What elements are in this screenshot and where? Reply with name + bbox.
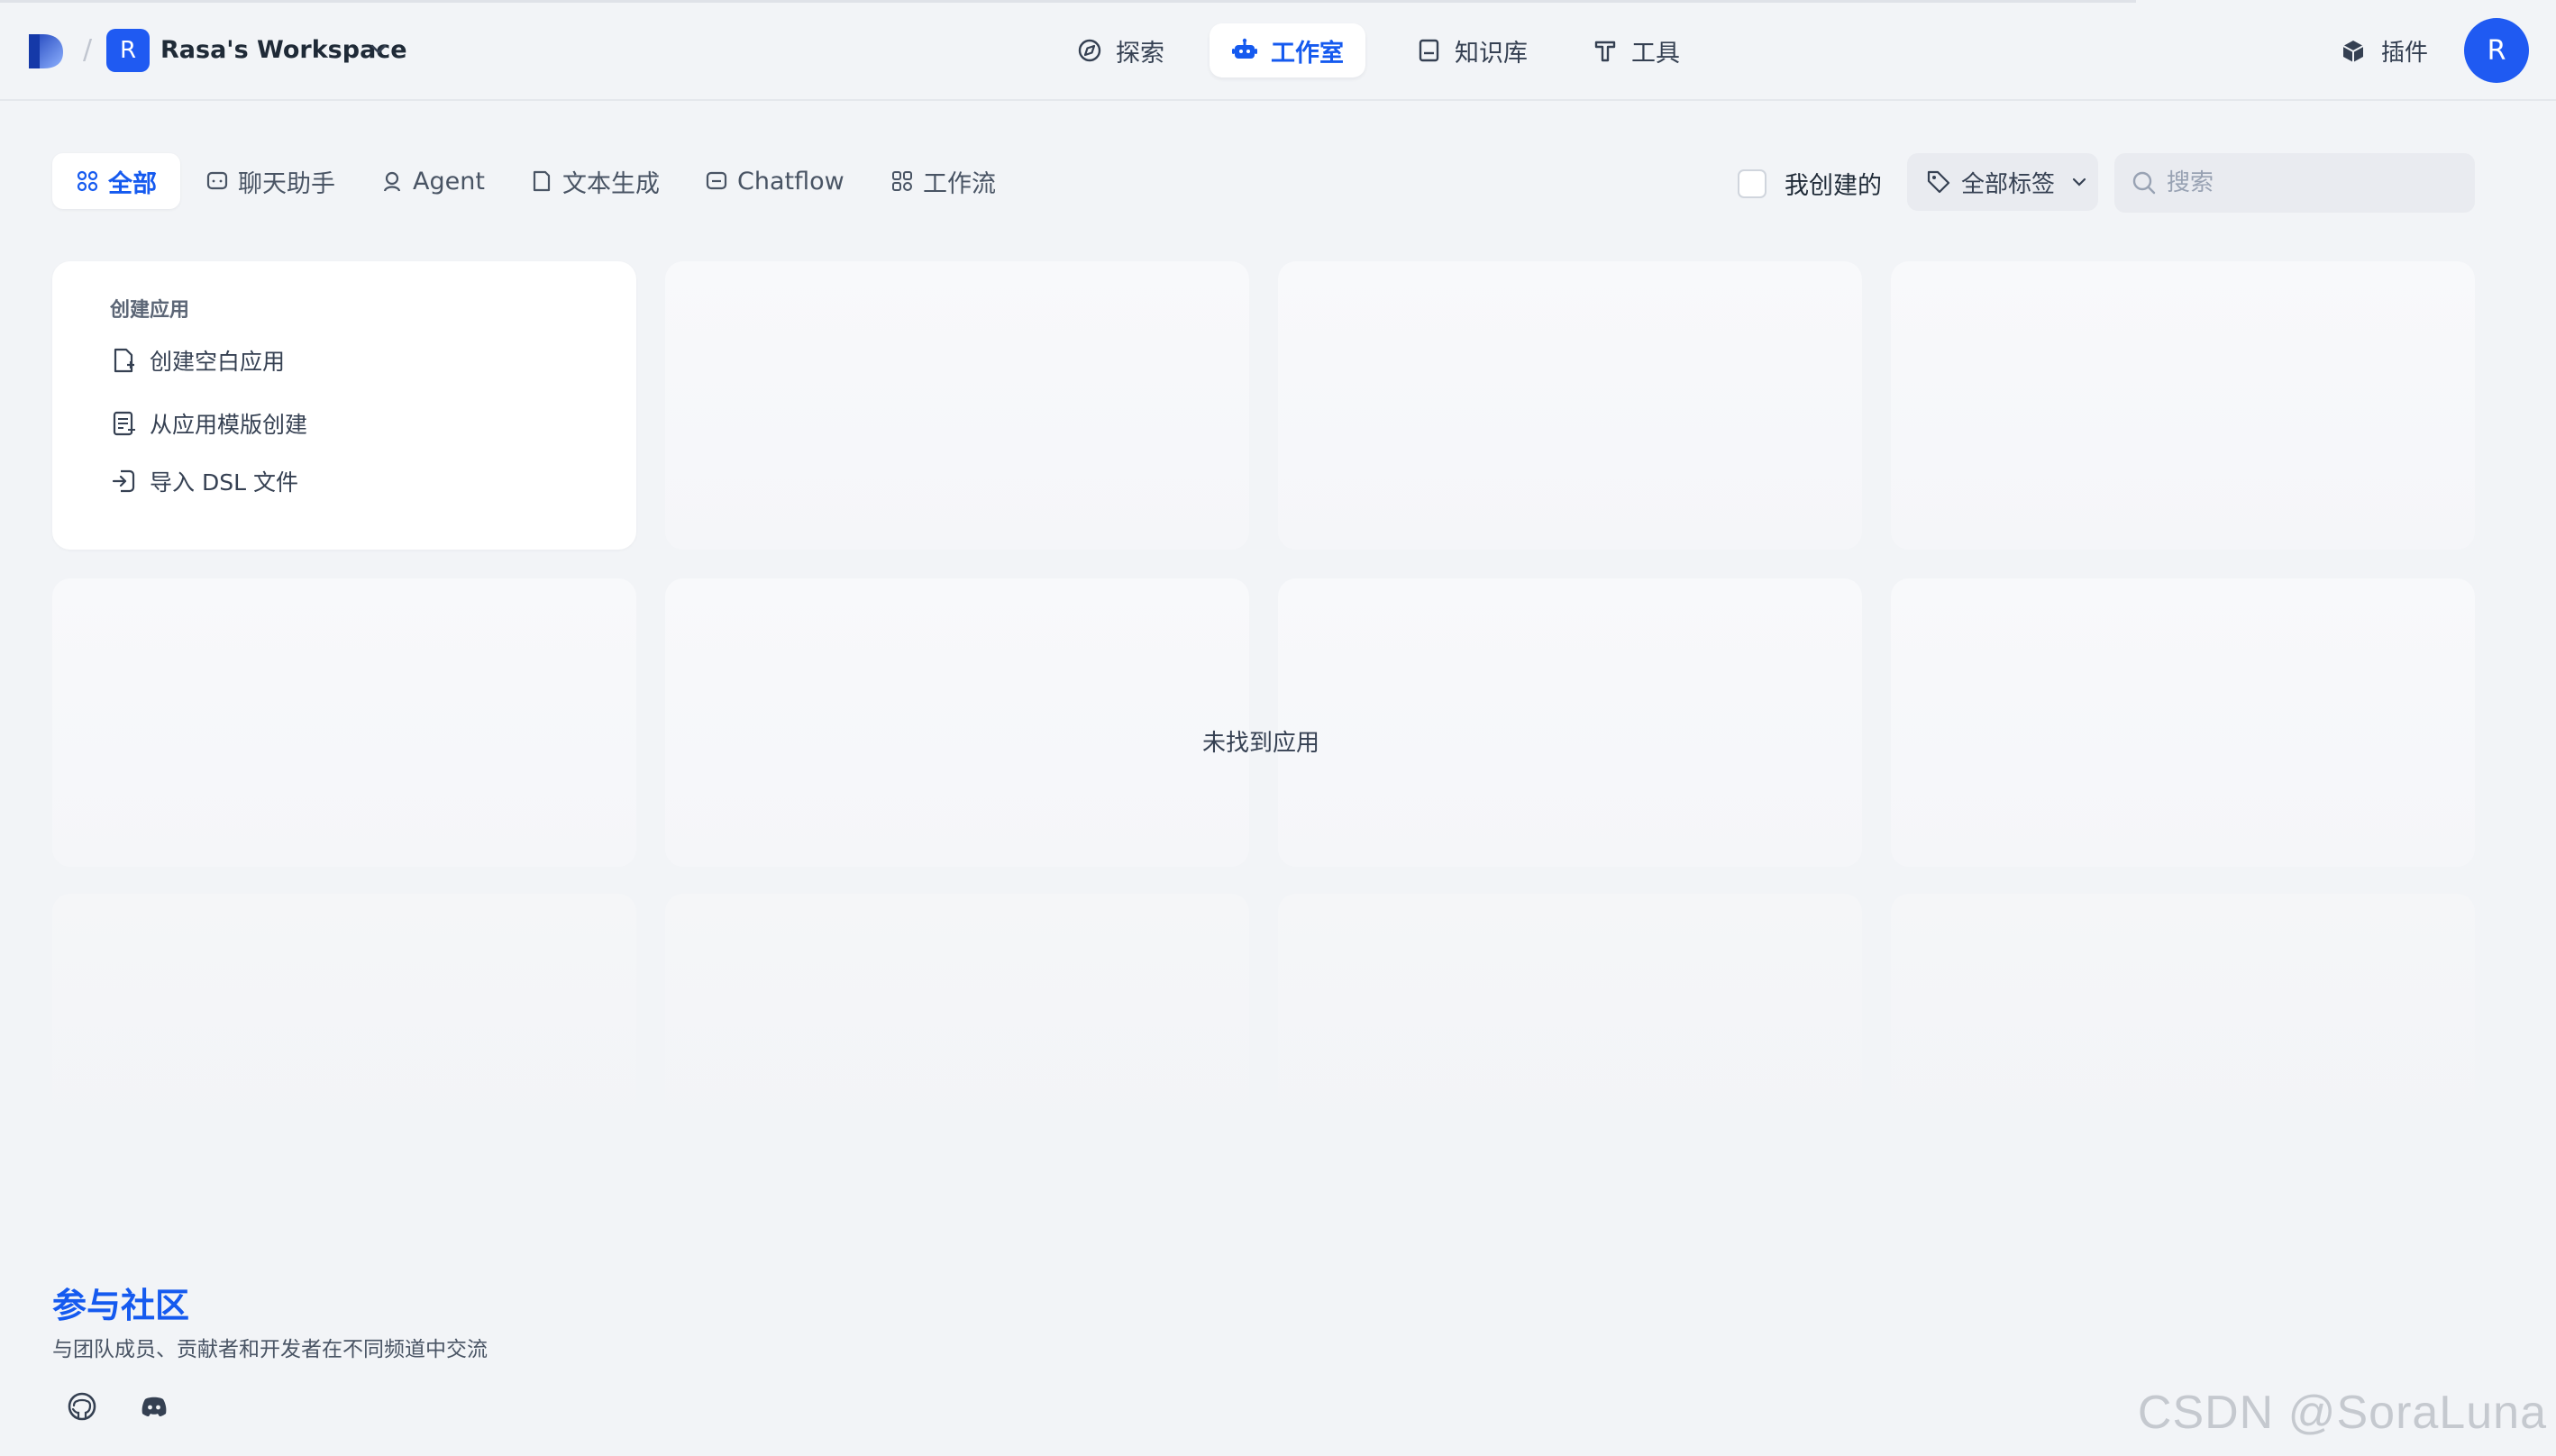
placeholder-card <box>665 261 1249 550</box>
hammer-icon <box>1594 41 1616 62</box>
chatflow-icon <box>706 171 727 190</box>
compass-icon <box>1078 39 1101 62</box>
search-input[interactable] <box>2167 169 2464 196</box>
nav-tools[interactable]: 工具 <box>1570 23 1702 77</box>
user-avatar[interactable]: R <box>2464 18 2529 83</box>
tab-text-generation-label: 文本生成 <box>562 169 660 198</box>
top-bar: / R Rasa's Workspace 探索 工作室 知识库 工具 插件 R <box>0 0 2556 101</box>
plugin-label: 插件 <box>2381 40 2429 67</box>
discord-icon <box>141 1397 167 1416</box>
nav-studio-label: 工作室 <box>1271 39 1344 68</box>
workspace-avatar[interactable]: R <box>106 29 150 72</box>
tag-filter-label: 全部标签 <box>1961 170 2056 198</box>
file-plus-icon <box>114 348 134 373</box>
tab-all-label: 全部 <box>108 169 157 198</box>
nav-explore-label: 探索 <box>1116 39 1164 68</box>
search-box[interactable] <box>2114 153 2475 213</box>
tab-workflow-label: 工作流 <box>923 169 996 198</box>
placeholder-card <box>1891 894 2475 1155</box>
robot-icon <box>1232 38 1257 59</box>
book-icon <box>1419 39 1439 62</box>
placeholder-card <box>665 894 1249 1155</box>
create-from-template-button[interactable]: 从应用模版创建 <box>110 407 307 440</box>
placeholder-card <box>52 894 636 1155</box>
tag-filter-select[interactable]: 全部标签 <box>1907 153 2098 211</box>
workflow-icon <box>892 171 912 191</box>
placeholder-card <box>52 578 636 867</box>
watermark: CSDN @SoraLuna <box>2137 1387 2547 1439</box>
placeholder-card <box>1278 578 1862 867</box>
create-from-template-label: 从应用模版创建 <box>150 412 308 438</box>
create-app-title: 创建应用 <box>110 299 190 322</box>
tag-icon <box>1927 170 1950 194</box>
tab-chat-assistant-label: 聊天助手 <box>238 169 335 198</box>
created-by-me-checkbox[interactable] <box>1738 168 1766 198</box>
plugin-button[interactable]: 插件 <box>2340 34 2428 68</box>
document-icon <box>533 170 551 192</box>
create-blank-app-label: 创建空白应用 <box>150 349 286 375</box>
agent-icon <box>383 171 401 192</box>
breadcrumb-separator: / <box>83 34 93 66</box>
template-icon <box>113 411 135 436</box>
tab-text-generation[interactable]: 文本生成 <box>507 153 683 209</box>
import-dsl-label: 导入 DSL 文件 <box>150 469 298 496</box>
tab-chat-assistant[interactable]: 聊天助手 <box>182 153 359 209</box>
discord-link[interactable] <box>133 1386 175 1427</box>
github-link[interactable] <box>61 1386 103 1427</box>
cube-icon <box>2342 40 2364 62</box>
grid-icon <box>77 170 98 192</box>
create-blank-app-button[interactable]: 创建空白应用 <box>110 344 285 377</box>
tab-all[interactable]: 全部 <box>52 153 180 209</box>
tab-workflow[interactable]: 工作流 <box>867 153 1019 209</box>
nav-studio[interactable]: 工作室 <box>1210 23 1365 77</box>
tab-agent-label: Agent <box>413 167 485 196</box>
dify-logo-icon[interactable] <box>27 32 65 70</box>
chevron-down-icon <box>2072 177 2086 187</box>
created-by-me-filter[interactable]: 我创建的 <box>1738 166 1882 201</box>
empty-state-message: 未找到应用 <box>1202 730 1320 757</box>
tab-chatflow-label: Chatflow <box>737 167 844 196</box>
created-by-me-label: 我创建的 <box>1785 172 1882 200</box>
community-description: 与团队成员、贡献者和开发者在不同频道中交流 <box>52 1338 488 1361</box>
create-app-card: 创建应用 创建空白应用 从应用模版创建 导入 DSL 文件 <box>52 261 636 550</box>
nav-explore[interactable]: 探索 <box>1054 23 1186 77</box>
chevron-down-icon[interactable] <box>370 43 388 56</box>
import-dsl-button[interactable]: 导入 DSL 文件 <box>110 465 298 497</box>
placeholder-card <box>1891 261 2475 550</box>
chat-icon <box>206 171 228 190</box>
community-title: 参与社区 <box>52 1286 190 1325</box>
placeholder-card <box>665 578 1249 867</box>
tab-chatflow[interactable]: Chatflow <box>681 153 868 209</box>
placeholder-card <box>1278 261 1862 550</box>
nav-knowledge[interactable]: 知识库 <box>1393 23 1549 77</box>
import-icon <box>112 469 135 493</box>
placeholder-card <box>1278 894 1862 1155</box>
search-icon <box>2132 171 2156 195</box>
github-icon <box>68 1392 96 1421</box>
placeholder-card <box>1891 578 2475 867</box>
nav-knowledge-label: 知识库 <box>1455 39 1528 68</box>
nav-tools-label: 工具 <box>1631 39 1680 68</box>
tab-agent[interactable]: Agent <box>357 153 508 209</box>
